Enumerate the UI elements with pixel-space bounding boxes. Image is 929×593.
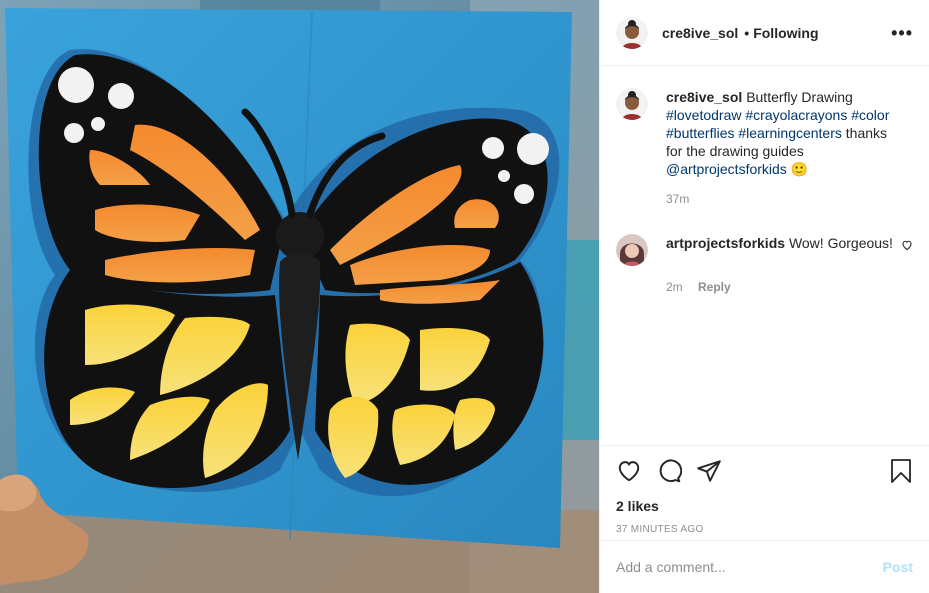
paper-plane-icon[interactable] bbox=[696, 458, 722, 484]
reply-comment: artprojectsforkids Wow! Gorgeous! bbox=[616, 234, 913, 266]
post-timestamp: 37 MINUTES AGO bbox=[616, 524, 704, 535]
instagram-post: cre8ive_sol • Following ••• cre8ive_sol bbox=[0, 0, 929, 593]
post-actions: 2 likes 37 MINUTES AGO bbox=[600, 445, 929, 543]
mention-link[interactable]: @artprojectsforkids bbox=[666, 161, 787, 177]
hashtag-link[interactable]: #crayolacrayons bbox=[745, 107, 847, 123]
hashtag-link[interactable]: #learningcenters bbox=[738, 125, 842, 141]
action-icons bbox=[616, 458, 913, 484]
heart-icon[interactable] bbox=[616, 458, 642, 484]
post-details-panel: cre8ive_sol • Following ••• cre8ive_sol bbox=[599, 0, 929, 593]
caption-title: Butterfly Drawing bbox=[746, 89, 853, 105]
header-username[interactable]: cre8ive_sol bbox=[662, 25, 738, 41]
reply-text: artprojectsforkids Wow! Gorgeous! bbox=[666, 234, 901, 266]
likes-count[interactable]: 2 likes bbox=[616, 498, 913, 514]
comment-like-heart-icon[interactable] bbox=[901, 238, 913, 266]
bookmark-icon[interactable] bbox=[889, 458, 913, 484]
user-avatar-icon bbox=[616, 88, 648, 120]
separator-dot: • bbox=[744, 24, 750, 41]
post-image[interactable] bbox=[0, 0, 599, 593]
reply-message: Wow! Gorgeous! bbox=[788, 235, 893, 251]
comment-icon[interactable] bbox=[656, 458, 682, 484]
post-comment-button[interactable]: Post bbox=[883, 559, 913, 575]
reply-age[interactable]: 2m bbox=[666, 280, 683, 294]
caption-meta: 37m bbox=[666, 192, 913, 206]
avatar[interactable] bbox=[616, 234, 648, 266]
add-comment-bar: Post bbox=[600, 540, 929, 593]
reply-username[interactable]: artprojectsforkids bbox=[666, 235, 785, 251]
hashtag-link[interactable]: #butterflies bbox=[666, 125, 734, 141]
following-button[interactable]: Following bbox=[753, 25, 818, 41]
reply-meta: 2m Reply bbox=[666, 280, 913, 294]
comments-section: cre8ive_sol Butterfly Drawing #lovetodra… bbox=[600, 66, 929, 445]
avatar[interactable] bbox=[616, 88, 648, 120]
hashtag-link[interactable]: #lovetodraw bbox=[666, 107, 742, 123]
caption-comment: cre8ive_sol Butterfly Drawing #lovetodra… bbox=[616, 88, 913, 178]
butterfly-drawing-photo bbox=[0, 0, 599, 593]
avatar[interactable] bbox=[616, 16, 648, 49]
caption-age[interactable]: 37m bbox=[666, 192, 689, 206]
caption-text: cre8ive_sol Butterfly Drawing #lovetodra… bbox=[666, 88, 906, 178]
smile-emoji-icon: 🙂 bbox=[790, 161, 809, 177]
reply-button[interactable]: Reply bbox=[698, 280, 731, 294]
caption-username[interactable]: cre8ive_sol bbox=[666, 89, 742, 105]
commenter-avatar-icon bbox=[616, 234, 648, 266]
user-avatar-icon bbox=[616, 16, 648, 49]
add-comment-input[interactable] bbox=[616, 559, 883, 575]
hashtag-link[interactable]: #color bbox=[851, 107, 889, 123]
ellipsis-icon[interactable]: ••• bbox=[891, 24, 913, 42]
post-header: cre8ive_sol • Following ••• bbox=[600, 0, 929, 66]
